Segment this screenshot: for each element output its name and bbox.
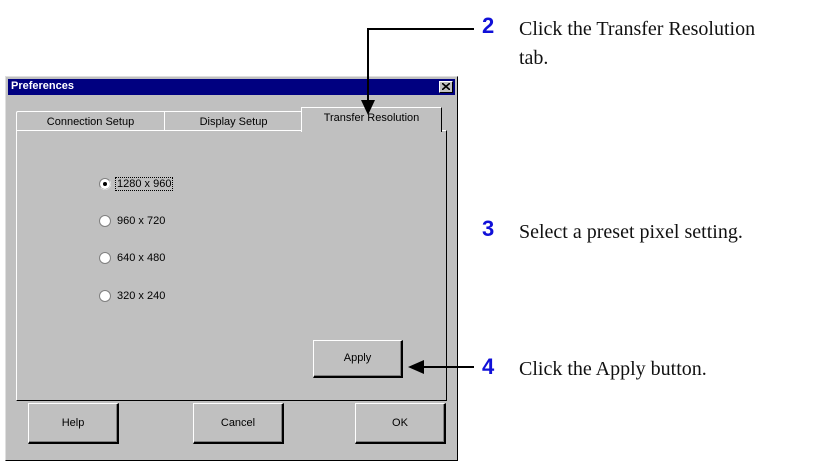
tab-display-setup[interactable]: Display Setup: [164, 111, 303, 130]
step-2-text-line2: tab.: [519, 47, 549, 69]
step-3-text: Select a preset pixel setting.: [519, 221, 743, 243]
button-label: OK: [392, 417, 408, 429]
radio-empty-icon: [99, 215, 111, 227]
ok-button[interactable]: OK: [355, 403, 446, 444]
step-2-text-line1: Click the Transfer Resolution: [519, 18, 756, 40]
radio-empty-icon: [99, 290, 111, 302]
help-button[interactable]: Help: [28, 403, 119, 444]
radio-label: 640 x 480: [117, 252, 166, 264]
step-4-number: 4: [482, 354, 495, 379]
tab-connection-setup[interactable]: Connection Setup: [16, 111, 165, 130]
button-label: Apply: [343, 352, 372, 364]
radio-label: 320 x 240: [117, 290, 166, 302]
step-4-text: Click the Apply button.: [519, 358, 707, 380]
close-button[interactable]: [439, 81, 453, 93]
tab-label: Display Setup: [199, 116, 268, 128]
radio-selected-icon: [99, 178, 111, 190]
radio-empty-icon: [99, 252, 111, 264]
tab-label: Connection Setup: [46, 116, 135, 128]
radio-label: 1280 x 960: [114, 177, 174, 191]
step-2-number: 2: [482, 13, 495, 38]
close-icon: [442, 83, 450, 90]
apply-button[interactable]: Apply: [313, 340, 403, 378]
cancel-button[interactable]: Cancel: [193, 403, 284, 444]
button-label: Cancel: [220, 417, 256, 429]
step-3-number: 3: [482, 216, 495, 241]
preferences-dialog: Preferences Connection Setup Display Set…: [5, 76, 458, 461]
radio-label: 960 x 720: [117, 215, 166, 227]
dialog-title: Preferences: [11, 80, 74, 92]
tab-label: Transfer Resolution: [323, 112, 420, 124]
button-label: Help: [61, 417, 85, 429]
title-bar[interactable]: Preferences: [8, 79, 455, 95]
tab-transfer-resolution[interactable]: Transfer Resolution: [301, 107, 442, 132]
